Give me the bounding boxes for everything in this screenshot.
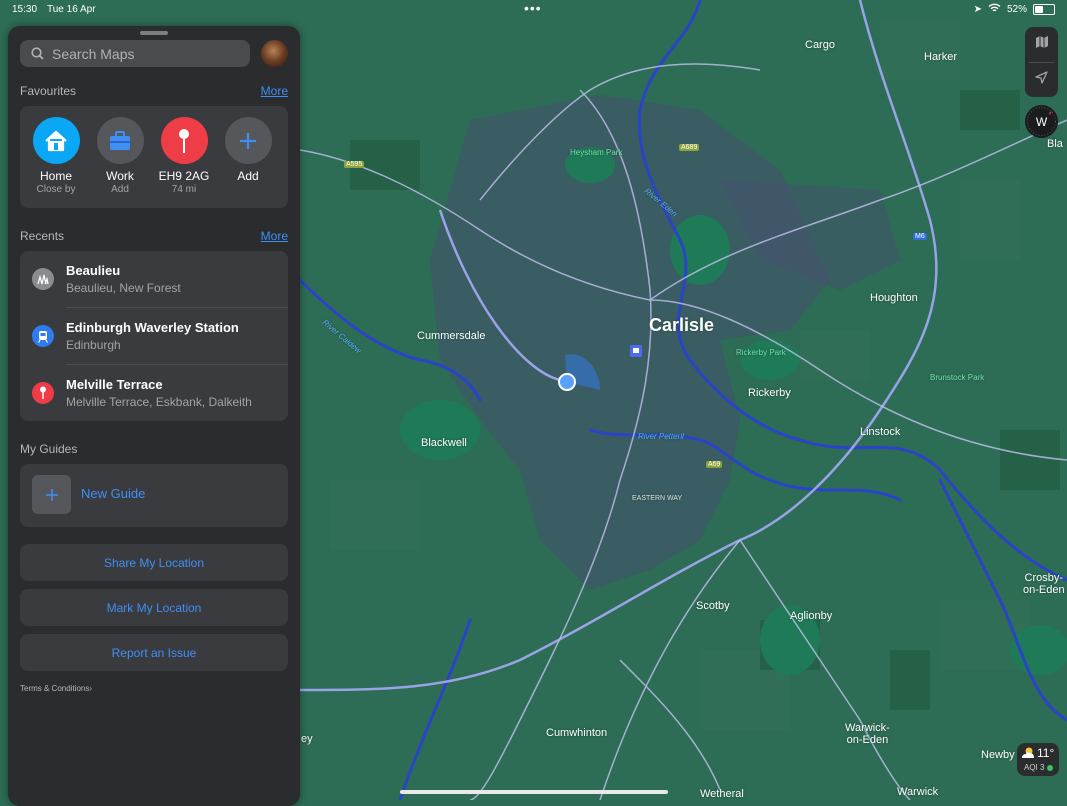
battery-icon — [1033, 4, 1055, 15]
recent-title: Melville Terrace — [66, 377, 163, 392]
share-my-location-button[interactable]: Share My Location — [20, 544, 288, 581]
map-icon — [1035, 35, 1049, 54]
map-label-cumwhinton[interactable]: Cumwhinton — [546, 727, 607, 739]
map-label-brunstock-park[interactable]: Brunstock Park — [930, 373, 984, 382]
aqi-status-dot — [1047, 765, 1053, 771]
multitasking-dots-icon[interactable]: ••• — [524, 0, 542, 16]
favourite-eh9-2ag[interactable]: EH9 2AG 74 mi — [152, 117, 216, 195]
favourites-more-link[interactable]: More — [261, 84, 288, 98]
map-label-linstock[interactable]: Linstock — [860, 426, 900, 438]
map-label-bla: Bla — [1047, 138, 1063, 150]
avatar[interactable] — [261, 40, 288, 67]
map-label-houghton[interactable]: Houghton — [870, 292, 918, 304]
map-label-carlisle[interactable]: Carlisle — [649, 315, 714, 336]
status-right: ➤ 52% — [974, 3, 1055, 16]
recent-item-melville-terrace[interactable]: Melville Terrace Melville Terrace, Eskba… — [20, 365, 288, 421]
weather-widget[interactable]: 11° AQI 3 — [1017, 743, 1059, 776]
favourite-sub: 74 mi — [171, 184, 197, 195]
map-label-newby[interactable]: Newby — [981, 749, 1015, 761]
recent-item-beaulieu[interactable]: Beaulieu Beaulieu, New Forest — [20, 251, 288, 307]
landmark-icon — [32, 268, 54, 290]
map-label-blackwell[interactable]: Blackwell — [421, 437, 467, 449]
map-mode-button[interactable] — [1025, 27, 1058, 62]
favourite-label: Work — [106, 169, 134, 183]
road-shield-a595: A595 — [344, 161, 365, 168]
map-label-rickerby-park[interactable]: Rickerby Park — [736, 348, 786, 357]
new-guide-label: New Guide — [81, 486, 146, 501]
aqi-label: AQI 3 — [1024, 763, 1045, 772]
plus-icon — [224, 117, 272, 164]
house-icon — [32, 117, 80, 164]
map-label-rickerby[interactable]: Rickerby — [748, 387, 791, 399]
road-shield-a689: A689 — [679, 144, 700, 151]
road-shield-a69: A69 — [706, 461, 723, 468]
map-label-cargo[interactable]: Cargo — [805, 39, 835, 51]
weather-temperature: 11° — [1037, 746, 1055, 760]
panel-grabber[interactable] — [140, 31, 168, 35]
search-input[interactable] — [52, 45, 242, 62]
map-label-eastern-way: EASTERN WAY — [632, 495, 683, 502]
terms-label: Terms & Conditions — [20, 684, 90, 693]
track-location-button[interactable] — [1025, 63, 1058, 97]
recent-title: Edinburgh Waverley Station — [66, 320, 239, 335]
new-guide-button[interactable]: New Guide — [20, 464, 288, 527]
map-label-scotby[interactable]: Scotby — [696, 600, 730, 612]
plus-icon — [32, 475, 71, 514]
map-label-cummersdale[interactable]: Cummersdale — [417, 330, 485, 342]
map-label-aglionby[interactable]: Aglionby — [790, 610, 832, 622]
compass-heading: W — [1035, 114, 1048, 129]
location-arrow-icon — [1035, 71, 1048, 89]
favourite-label: EH9 2AG — [158, 169, 210, 183]
map-label-harker[interactable]: Harker — [924, 51, 957, 63]
report-an-issue-button[interactable]: Report an Issue — [20, 634, 288, 671]
map-label-heysham-park[interactable]: Heysham Park — [570, 148, 622, 157]
maps-side-panel: Favourites More Home Close by Work Add E… — [8, 26, 300, 806]
map-label-warwick[interactable]: Warwick — [897, 786, 938, 798]
recent-subtitle: Edinburgh — [66, 338, 121, 352]
favourite-work[interactable]: Work Add — [88, 117, 152, 195]
home-indicator[interactable] — [400, 790, 668, 794]
favourite-home[interactable]: Home Close by — [24, 117, 88, 195]
favourites-card: Home Close by Work Add EH9 2AG 74 mi Add — [20, 106, 288, 208]
map-label-river-petteril: River Petteril — [638, 432, 684, 441]
pin-icon — [32, 382, 54, 404]
compass-button[interactable]: W — [1025, 105, 1058, 138]
recents-card: Beaulieu Beaulieu, New Forest Edinburgh … — [20, 251, 288, 421]
recent-title: Beaulieu — [66, 263, 121, 278]
recents-heading: Recents — [20, 229, 65, 243]
status-date: Tue 16 Apr — [47, 4, 96, 15]
search-icon — [26, 47, 48, 60]
location-arrow-icon: ➤ — [973, 4, 982, 15]
favourites-heading: Favourites — [20, 84, 77, 98]
map-label-ey: ey — [301, 733, 313, 745]
favourite-label: Home — [39, 169, 72, 183]
map-label-crosby-on-eden[interactable]: Crosby- on-Eden — [1023, 572, 1065, 596]
search-bar[interactable] — [20, 40, 250, 67]
map-label-warwick-on-eden[interactable]: Warwick- on-Eden — [845, 722, 890, 746]
recents-more-link[interactable]: More — [261, 229, 288, 243]
favourite-sub: Close by — [36, 184, 76, 195]
terms-and-conditions-link[interactable]: Terms & Conditions› — [20, 684, 92, 693]
wifi-icon — [988, 3, 1001, 16]
favourite-label: Add — [237, 169, 259, 183]
status-bar: 15:30 Tue 16 Apr ••• ➤ 52% — [0, 0, 1067, 20]
my-guides-heading: My Guides — [20, 442, 78, 456]
recent-item-edinburgh-waverley[interactable]: Edinburgh Waverley Station Edinburgh — [20, 308, 288, 364]
map-label-wetheral[interactable]: Wetheral — [700, 788, 744, 800]
battery-percent: 52% — [1006, 4, 1027, 15]
status-time: 15:30 — [12, 4, 38, 15]
recent-subtitle: Melville Terrace, Eskbank, Dalkeith — [66, 395, 252, 409]
road-shield-m6: M6 — [913, 233, 927, 240]
favourite-sub: Add — [111, 184, 129, 195]
favourite-add[interactable]: Add — [216, 117, 280, 183]
chevron-right-icon: › — [89, 684, 93, 693]
recent-subtitle: Beaulieu, New Forest — [66, 281, 181, 295]
mark-my-location-button[interactable]: Mark My Location — [20, 589, 288, 626]
briefcase-icon — [96, 117, 144, 164]
map-controls — [1025, 27, 1058, 97]
train-icon — [32, 325, 54, 347]
pin-icon — [160, 117, 208, 164]
